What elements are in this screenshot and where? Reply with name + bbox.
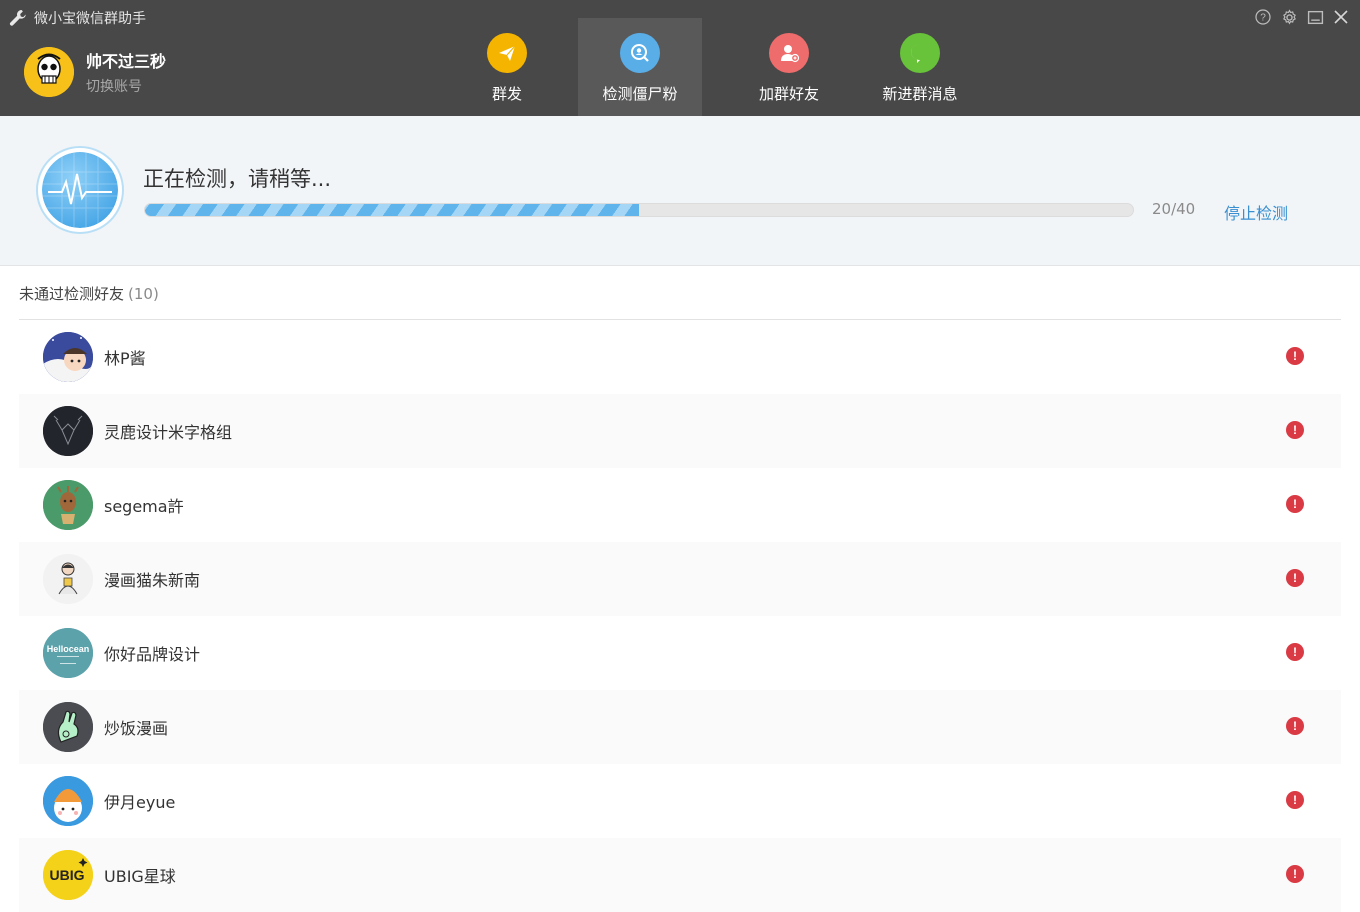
list-item[interactable]: 伊月eyue ! — [19, 764, 1341, 838]
avatar — [43, 554, 93, 604]
warning-icon: ! — [1286, 717, 1304, 735]
title-bar: 微小宝微信群助手 ? 帅不过三秒 切换账号 群发 检测僵尸粉 加群好友 HI 新… — [0, 0, 1360, 116]
avatar: UBIG — [43, 850, 93, 900]
stop-detection-button[interactable]: 停止检测 — [1224, 200, 1288, 224]
svg-text:?: ? — [1260, 13, 1266, 24]
warning-icon: ! — [1286, 347, 1304, 365]
avatar — [43, 776, 93, 826]
warning-icon: ! — [1286, 791, 1304, 809]
account-panel: 帅不过三秒 切换账号 — [24, 47, 166, 97]
warning-icon: ! — [1286, 865, 1304, 883]
app-title-text: 微小宝微信群助手 — [34, 11, 146, 27]
progress-bar-fill — [145, 204, 639, 216]
friend-name: 伊月eyue — [104, 793, 176, 812]
progress-count: 20/40 — [1152, 200, 1196, 218]
friend-name: segema許 — [104, 497, 184, 516]
tab-detect-zombie-fans[interactable]: 检测僵尸粉 — [578, 18, 702, 116]
list-item[interactable]: 林P酱 ! — [19, 320, 1341, 394]
wrench-icon — [8, 8, 28, 28]
minimize-icon[interactable] — [1306, 8, 1324, 26]
friend-name: UBIG星球 — [104, 867, 176, 886]
svg-text:HI: HI — [916, 49, 924, 58]
friend-name: 灵鹿设计米字格组 — [104, 423, 233, 442]
progress-bar — [144, 203, 1134, 217]
list-item[interactable]: Hellocean 你好品牌设计 ! — [19, 616, 1341, 690]
friend-name: 炒饭漫画 — [104, 719, 169, 738]
list-item[interactable]: segema許 ! — [19, 468, 1341, 542]
warning-icon: ! — [1286, 643, 1304, 661]
friend-name: 你好品牌设计 — [104, 645, 201, 664]
avatar: Hellocean — [43, 628, 93, 678]
app-title: 微小宝微信群助手 — [8, 8, 146, 28]
avatar[interactable] — [24, 47, 74, 97]
paper-plane-icon — [487, 33, 527, 73]
tab-label: 新进群消息 — [882, 85, 958, 103]
svg-text:Hellocean: Hellocean — [47, 644, 90, 654]
section-title-text: 未通过检测好友 — [19, 285, 125, 303]
detection-progress-panel: 正在检测，请稍等... 20/40 停止检测 — [0, 116, 1360, 266]
switch-account-link[interactable]: 切换账号 — [86, 76, 166, 96]
avatar — [43, 332, 93, 382]
friend-name: 林P酱 — [104, 349, 146, 368]
tab-label: 加群好友 — [758, 85, 819, 103]
tab-label: 检测僵尸粉 — [602, 85, 678, 103]
warning-icon: ! — [1286, 421, 1304, 439]
list-item[interactable]: 漫画猫朱新南 ! — [19, 542, 1341, 616]
warning-icon: ! — [1286, 495, 1304, 513]
failed-friends-list: 林P酱 ! 灵鹿设计米字格组 ! segema許 ! 漫画猫朱新南 ! Hell… — [19, 320, 1341, 912]
window-controls: ? — [1254, 8, 1350, 26]
tab-add-group-friends[interactable]: 加群好友 — [727, 18, 851, 116]
add-user-icon — [769, 33, 809, 73]
detection-status-text: 正在检测，请稍等... — [143, 167, 332, 191]
account-name: 帅不过三秒 — [86, 52, 167, 71]
close-icon[interactable] — [1332, 8, 1350, 26]
failed-friends-heading: 未通过检测好友 (10) — [19, 283, 159, 304]
failed-count: (10) — [128, 285, 159, 303]
help-icon[interactable]: ? — [1254, 8, 1272, 26]
list-item[interactable]: 灵鹿设计米字格组 ! — [19, 394, 1341, 468]
search-user-icon — [620, 33, 660, 73]
heartbeat-monitor-icon — [36, 146, 124, 234]
avatar — [43, 406, 93, 456]
tab-mass-send[interactable]: 群发 — [445, 18, 569, 116]
chat-hi-icon: HI — [900, 33, 940, 73]
tab-new-member-message[interactable]: HI 新进群消息 — [858, 18, 982, 116]
warning-icon: ! — [1286, 569, 1304, 587]
friend-name: 漫画猫朱新南 — [104, 571, 201, 590]
avatar — [43, 702, 93, 752]
avatar — [43, 480, 93, 530]
gear-icon[interactable] — [1280, 8, 1298, 26]
svg-text:UBIG: UBIG — [50, 867, 85, 883]
tab-label: 群发 — [491, 85, 522, 103]
list-item[interactable]: 炒饭漫画 ! — [19, 690, 1341, 764]
list-item[interactable]: UBIG UBIG星球 ! — [19, 838, 1341, 912]
